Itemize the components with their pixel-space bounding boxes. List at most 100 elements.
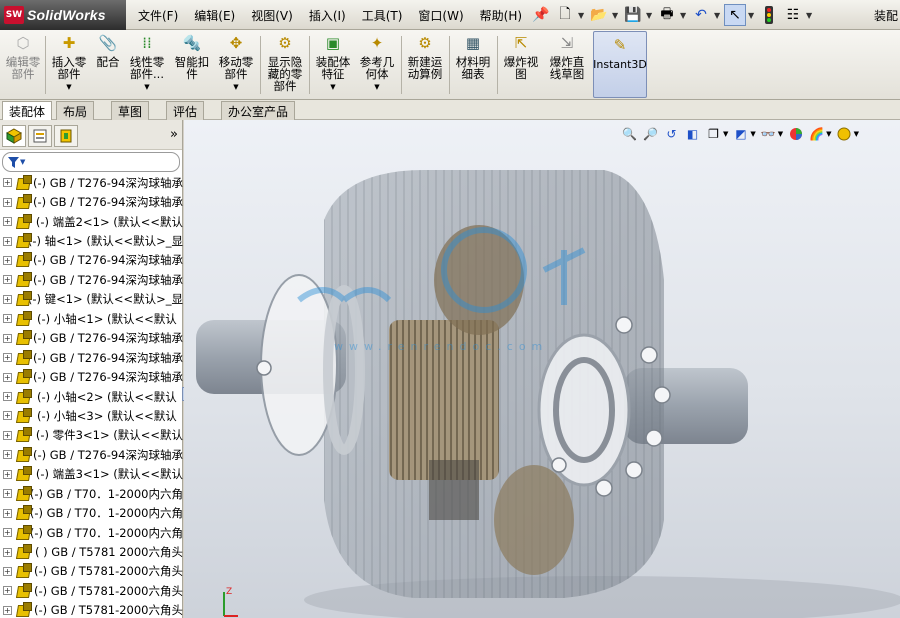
menu-tools[interactable]: 工具(T) xyxy=(354,0,411,30)
property-manager-icon[interactable] xyxy=(28,125,52,147)
expand-toggle-icon[interactable]: + xyxy=(3,469,12,479)
tree-item[interactable]: + (-) 小轴<2> (默认<<默认 xyxy=(0,387,183,406)
bill-of-materials-button[interactable]: ▦ 材料明 细表 xyxy=(453,32,493,98)
menu-insert[interactable]: 插入(I) xyxy=(301,0,354,30)
panel-expand-chevron[interactable]: » xyxy=(170,127,178,142)
expand-toggle-icon[interactable]: + xyxy=(3,489,12,499)
mate-button[interactable]: 📎 配合 xyxy=(94,32,122,98)
tab-sketch[interactable]: 草图 xyxy=(111,101,150,120)
tree-item[interactable]: + (-) GB / T276-94深沟球轴承 xyxy=(0,192,183,211)
tree-item[interactable]: + (-) GB / T276-94深沟球轴承 xyxy=(0,270,183,289)
expand-toggle-icon[interactable]: + xyxy=(3,372,12,382)
undo-dropdown-icon[interactable]: ▼ xyxy=(714,11,722,20)
print-icon[interactable]: 🖶 xyxy=(656,4,678,26)
select-dropdown-icon[interactable]: ▼ xyxy=(748,11,756,20)
expand-toggle-icon[interactable]: + xyxy=(3,605,12,615)
expand-toggle-icon[interactable]: + xyxy=(3,294,12,304)
menu-window[interactable]: 窗口(W) xyxy=(410,0,471,30)
chevron-down-icon[interactable]: ▼ xyxy=(144,81,149,93)
open-dropdown-icon[interactable]: ▼ xyxy=(612,11,620,20)
expand-toggle-icon[interactable]: + xyxy=(3,236,12,246)
options-dropdown-icon[interactable]: ▼ xyxy=(806,11,814,20)
tree-item[interactable]: + (-) 端盖3<1> (默认<<默认 xyxy=(0,465,183,484)
expand-toggle-icon[interactable]: + xyxy=(3,314,12,324)
expand-toggle-icon[interactable]: + xyxy=(3,333,12,343)
tree-filter-input[interactable]: ▼ xyxy=(2,152,180,172)
save-dropdown-icon[interactable]: ▼ xyxy=(646,11,654,20)
tab-office-products[interactable]: 办公室产品 xyxy=(221,101,296,120)
tree-item[interactable]: + ( ) GB / T5781 2000六角头 xyxy=(0,542,183,561)
tree-item[interactable]: + (-) 小轴<3> (默认<<默认 xyxy=(0,406,183,425)
expand-toggle-icon[interactable]: + xyxy=(3,353,12,363)
expand-toggle-icon[interactable]: + xyxy=(3,450,12,460)
show-hidden-components-button[interactable]: ⚙ 显示隐 藏的零 部件 xyxy=(264,32,306,98)
pin-icon[interactable]: 📌 xyxy=(530,4,552,26)
tree-item[interactable]: + (-) GB / T5781-2000六角头 xyxy=(0,601,183,618)
chevron-down-icon[interactable]: ▼ xyxy=(233,81,238,93)
tab-evaluate[interactable]: 评估 xyxy=(166,101,205,120)
expand-toggle-icon[interactable]: + xyxy=(3,392,12,402)
app-logo[interactable]: SW SolidWorks xyxy=(0,0,126,30)
exploded-view-button[interactable]: ⇱ 爆炸视 图 xyxy=(501,32,541,98)
assembly-model[interactable]: www.renrendoc.com xyxy=(184,120,900,618)
expand-toggle-icon[interactable]: + xyxy=(3,275,12,285)
open-folder-icon[interactable]: 📂 xyxy=(588,4,610,26)
expand-toggle-icon[interactable]: + xyxy=(3,217,12,227)
new-document-icon[interactable]: 🗋 xyxy=(554,4,576,26)
reference-geometry-button[interactable]: ✦ 参考几 何体 ▼ xyxy=(357,32,397,98)
chevron-down-icon[interactable]: ▼ xyxy=(374,81,379,93)
instant3d-button[interactable]: ✎ Instant3D xyxy=(593,31,647,98)
insert-component-button[interactable]: ✚ 插入零 部件 ▼ xyxy=(50,32,88,98)
tree-item[interactable]: + (-) GB / T276-94深沟球轴承 xyxy=(0,367,183,386)
expand-toggle-icon[interactable]: + xyxy=(3,528,12,538)
tree-item[interactable]: + (-) 端盖2<1> (默认<<默认 xyxy=(0,212,183,231)
chevron-down-icon[interactable]: ▼ xyxy=(66,81,71,93)
tree-item[interactable]: + (-) GB / T276-94深沟球轴承 xyxy=(0,173,183,192)
tree-item[interactable]: + (-) GB / T5781-2000六角头 xyxy=(0,562,183,581)
tree-item[interactable]: + (-) GB / T5781-2000六角头 xyxy=(0,581,183,600)
expand-toggle-icon[interactable]: + xyxy=(3,566,12,576)
options-icon[interactable]: ☷ xyxy=(782,4,804,26)
feature-manager-icon[interactable] xyxy=(2,125,26,147)
expand-toggle-icon[interactable]: + xyxy=(3,178,12,188)
edit-component-button[interactable]: ⬡ 编辑零 部件 xyxy=(4,32,42,98)
graphics-viewport[interactable]: 🔍 🔎 ↺ ◧ ❐ ▼ ◩ ▼ 👓 ▼ 🌈 ▼ ▼ www.renrendoc.… xyxy=(184,120,900,618)
menu-view[interactable]: 视图(V) xyxy=(243,0,301,30)
configuration-manager-icon[interactable] xyxy=(54,125,78,147)
smart-fastener-button[interactable]: 🔩 智能扣 件 xyxy=(172,32,212,98)
menu-help[interactable]: 帮助(H) xyxy=(472,0,530,30)
expand-toggle-icon[interactable]: + xyxy=(3,411,12,421)
select-cursor-icon[interactable]: ↖ xyxy=(724,4,746,26)
expand-toggle-icon[interactable]: + xyxy=(3,197,12,207)
assembly-feature-button[interactable]: ▣ 装配体 特征 ▼ xyxy=(313,32,353,98)
filter-icon[interactable]: ▼ xyxy=(8,156,25,168)
tab-assembly[interactable]: 装配体 xyxy=(2,101,53,121)
tree-item[interactable]: + (-) GB / T70．1-2000内六角 xyxy=(0,484,183,503)
tree-item[interactable]: + (-) GB / T276-94深沟球轴承 xyxy=(0,251,183,270)
explode-line-sketch-button[interactable]: ⇲ 爆炸直 线草图 xyxy=(545,32,589,98)
tree-item[interactable]: + (-) GB / T276-94深沟球轴承 xyxy=(0,348,183,367)
tree-item[interactable]: + (-) GB / T276-94深沟球轴承 xyxy=(0,329,183,348)
save-icon[interactable]: 💾 xyxy=(622,4,644,26)
linear-pattern-button[interactable]: ⁞⁞ 线性零 部件... ▼ xyxy=(126,32,168,98)
new-dropdown-icon[interactable]: ▼ xyxy=(578,11,586,20)
tree-item[interactable]: + (-) GB / T70．1-2000内六角 xyxy=(0,503,183,522)
expand-toggle-icon[interactable]: + xyxy=(3,547,12,557)
tree-item[interactable]: + (-) 小轴<1> (默认<<默认 xyxy=(0,309,183,328)
tree-item[interactable]: + (-) 轴<1> (默认<<默认>_显 xyxy=(0,231,183,250)
new-motion-study-button[interactable]: ⚙ 新建运 动算例 xyxy=(405,32,445,98)
tab-layout[interactable]: 布局 xyxy=(56,101,95,120)
tree-item[interactable]: + (-) GB / T70．1-2000内六角 xyxy=(0,523,183,542)
tree-item[interactable]: + (-) GB / T276-94深沟球轴承 xyxy=(0,445,183,464)
tree-item[interactable]: + (-) 键<1> (默认<<默认>_显 xyxy=(0,290,183,309)
chevron-down-icon[interactable]: ▼ xyxy=(330,81,335,93)
undo-icon[interactable]: ↶ xyxy=(690,4,712,26)
menu-file[interactable]: 文件(F) xyxy=(130,0,186,30)
expand-toggle-icon[interactable]: + xyxy=(3,586,12,596)
menu-edit[interactable]: 编辑(E) xyxy=(186,0,243,30)
move-component-button[interactable]: ✥ 移动零 部件 ▼ xyxy=(216,32,256,98)
expand-toggle-icon[interactable]: + xyxy=(3,508,12,518)
expand-toggle-icon[interactable]: + xyxy=(3,255,12,265)
tree-item[interactable]: + (-) 零件3<1> (默认<<默认 xyxy=(0,426,183,445)
expand-toggle-icon[interactable]: + xyxy=(3,430,12,440)
